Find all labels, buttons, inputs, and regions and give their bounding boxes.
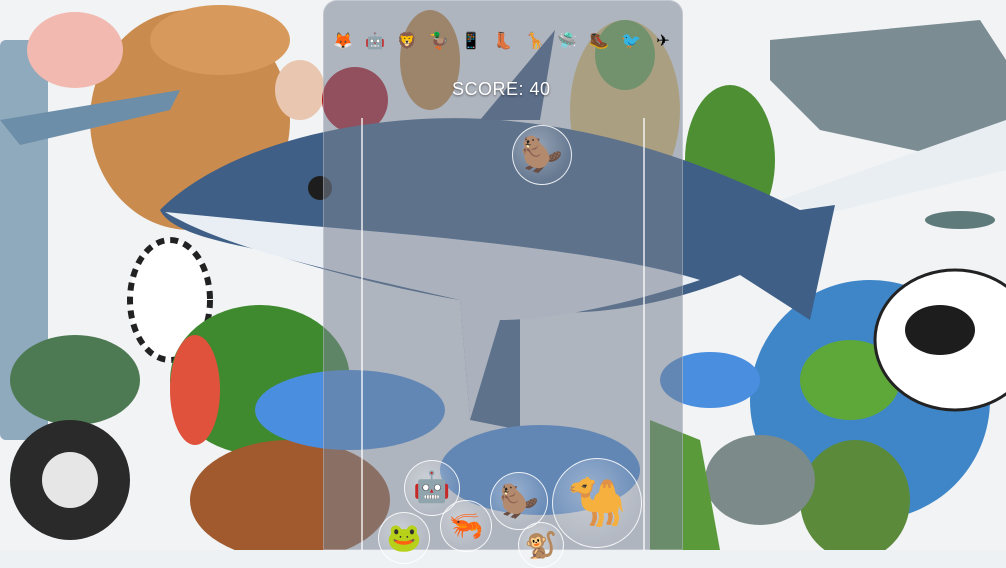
camel-ball: 🐪: [552, 458, 642, 548]
capybara-ball: 🦫: [512, 125, 572, 185]
right-wall: [643, 118, 645, 550]
pig-image: [27, 12, 123, 88]
shrimp-ball: 🦐: [440, 500, 492, 552]
fox-icon: 🦊: [333, 33, 353, 50]
left-wall: [361, 118, 363, 550]
giraffe-icon: 🦒: [525, 33, 545, 50]
rhino-image: [705, 435, 815, 525]
ufo-icon: 🛸: [557, 33, 577, 50]
fish-image: [925, 211, 995, 229]
boot-icon: 👢: [493, 33, 513, 50]
score-display: SCORE: 40: [452, 79, 551, 99]
duck-icon: 🦆: [429, 33, 449, 50]
phone-icon: 📱: [461, 33, 481, 50]
evolution-strip: 🦊 🤖 🦁 🦆 📱 👢 🦒 🛸 🥾 🐦 ✈: [330, 20, 676, 64]
lion-icon: 🦁: [397, 33, 417, 50]
robot-icon: 🤖: [365, 33, 385, 50]
boot-brown-icon: 🥾: [589, 33, 609, 50]
frog-image: [10, 335, 140, 425]
airplane-icon: ✈: [656, 33, 670, 50]
bird-icon: 🐦: [621, 33, 641, 50]
frog-ball: 🐸: [378, 512, 430, 564]
monkey-ball: 🐒: [518, 522, 564, 568]
rabbit-image: [275, 60, 325, 120]
